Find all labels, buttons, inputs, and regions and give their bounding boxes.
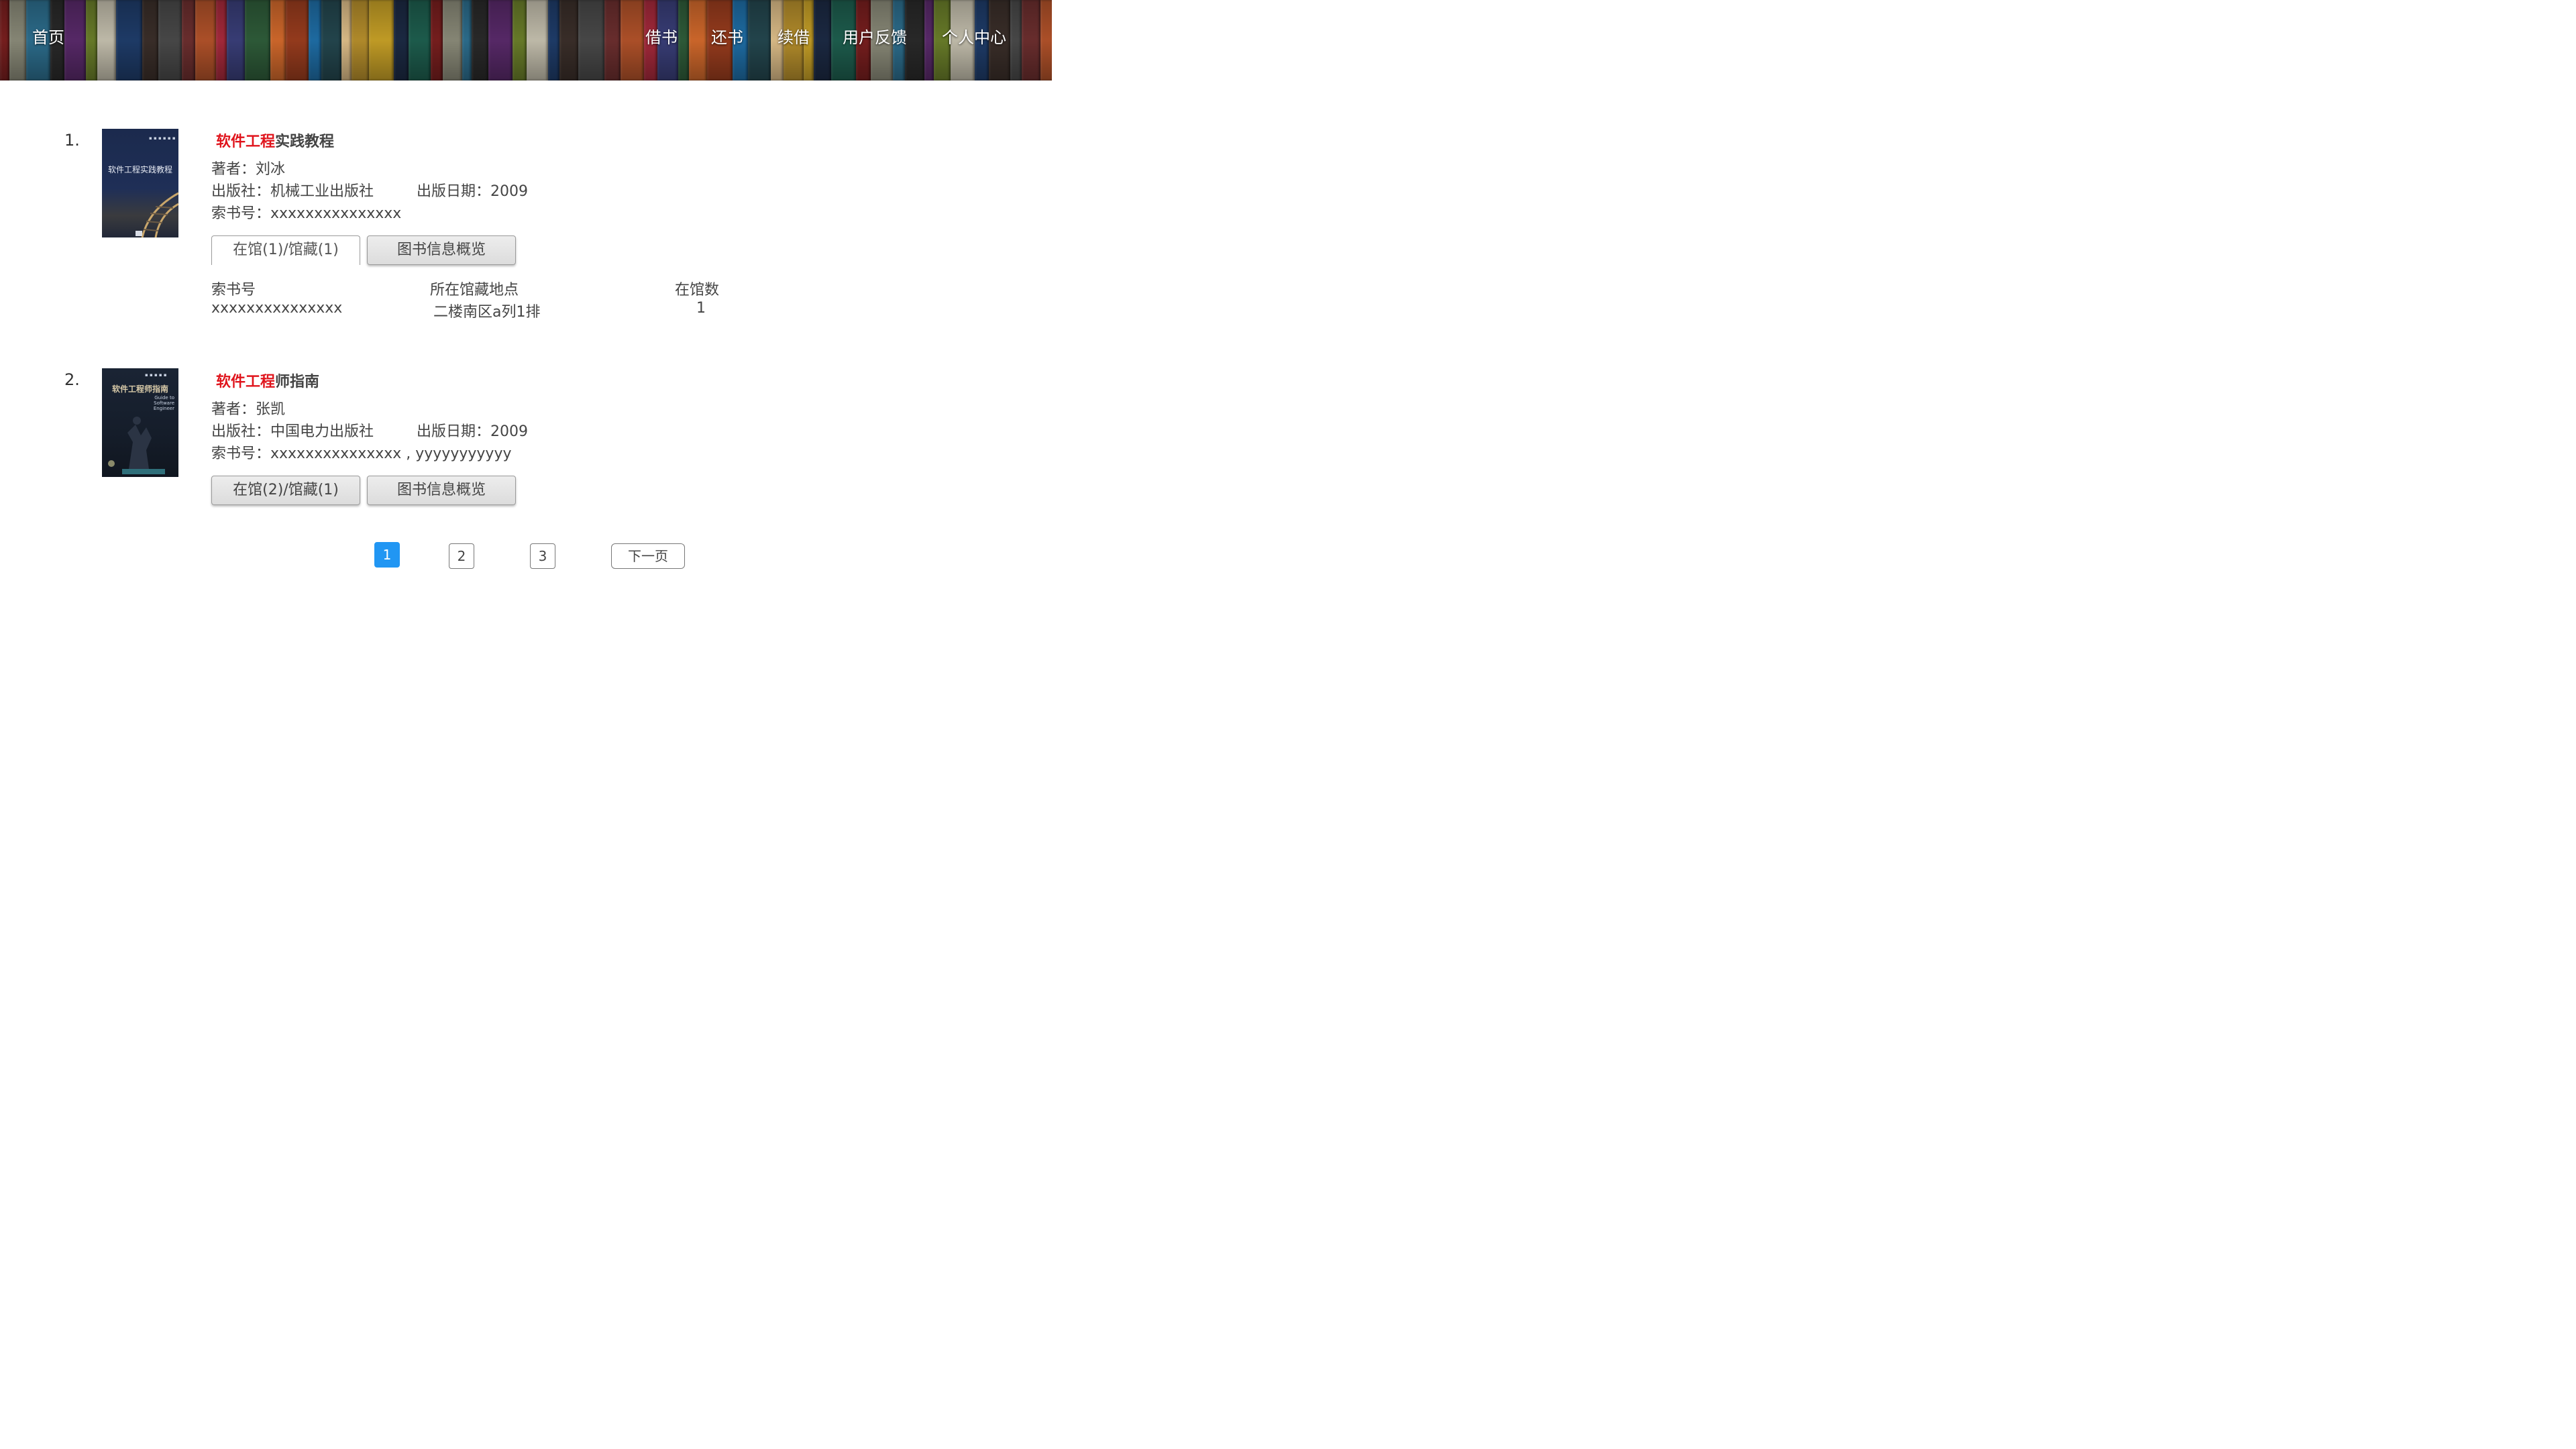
title-keyword: 软件工程 — [216, 133, 276, 150]
rail-track-graphic — [136, 192, 178, 237]
holdings-cell-call-number: xxxxxxxxxxxxxxx — [211, 300, 343, 317]
book-call-number: 索书号：xxxxxxxxxxxxxxx , yyyyyyyyyyy — [211, 445, 512, 462]
holdings-header-location: 所在馆藏地点 — [430, 282, 519, 299]
page-button-3[interactable]: 3 — [530, 543, 555, 569]
next-page-button[interactable]: 下一页 — [611, 543, 685, 569]
holdings-cell-available: 1 — [696, 300, 706, 317]
nav-borrow[interactable]: 借书 — [645, 24, 678, 48]
book-author: 著者：张凯 — [211, 401, 286, 418]
header-banner: 首页 借书 还书 续借 用户反馈 个人中心 — [0, 0, 1052, 80]
page-button-2[interactable]: 2 — [449, 543, 474, 569]
nav-renew[interactable]: 续借 — [777, 24, 810, 48]
book-author: 著者：刘冰 — [211, 161, 286, 178]
book-pub-date: 出版日期：2009 — [417, 423, 528, 440]
holdings-cell-location: 二楼南区a列1排 — [433, 304, 541, 321]
title-rest: 实践教程 — [275, 133, 335, 150]
result-index: 1. — [64, 131, 80, 150]
nav-profile[interactable]: 个人中心 — [942, 24, 1006, 48]
page-button-1[interactable]: 1 — [374, 542, 400, 568]
nav-return[interactable]: 还书 — [711, 24, 743, 48]
book-title[interactable]: 软件工程师指南 — [216, 370, 319, 391]
overview-button[interactable]: 图书信息概览 — [367, 476, 516, 505]
book-cover[interactable]: ▪ ▪ ▪ ▪ ▪ 软件工程师指南 Guide to Software Engi… — [102, 368, 178, 477]
result-index: 2. — [64, 370, 80, 389]
nav-feedback[interactable]: 用户反馈 — [843, 24, 907, 48]
availability-tab[interactable]: 在馆(1)/馆藏(1) — [211, 235, 360, 265]
holdings-header-call-number: 索书号 — [211, 282, 256, 299]
statue-graphic — [108, 417, 165, 474]
availability-button[interactable]: 在馆(2)/馆藏(1) — [211, 476, 360, 505]
title-rest: 师指南 — [275, 374, 320, 390]
title-keyword: 软件工程 — [216, 374, 276, 390]
book-publisher: 出版社：机械工业出版社 — [211, 183, 374, 200]
nav-home[interactable]: 首页 — [32, 24, 64, 48]
book-title[interactable]: 软件工程实践教程 — [216, 129, 334, 151]
book-cover[interactable]: ▪ ▪ ▪ ▪ ▪ ▪ 软件工程实践教程 — [102, 129, 178, 237]
holdings-header-available: 在馆数 — [675, 282, 720, 299]
book-pub-date: 出版日期：2009 — [417, 183, 528, 200]
book-publisher: 出版社：中国电力出版社 — [211, 423, 374, 440]
book-call-number: 索书号：xxxxxxxxxxxxxxx — [211, 205, 402, 222]
overview-tab[interactable]: 图书信息概览 — [367, 235, 516, 265]
